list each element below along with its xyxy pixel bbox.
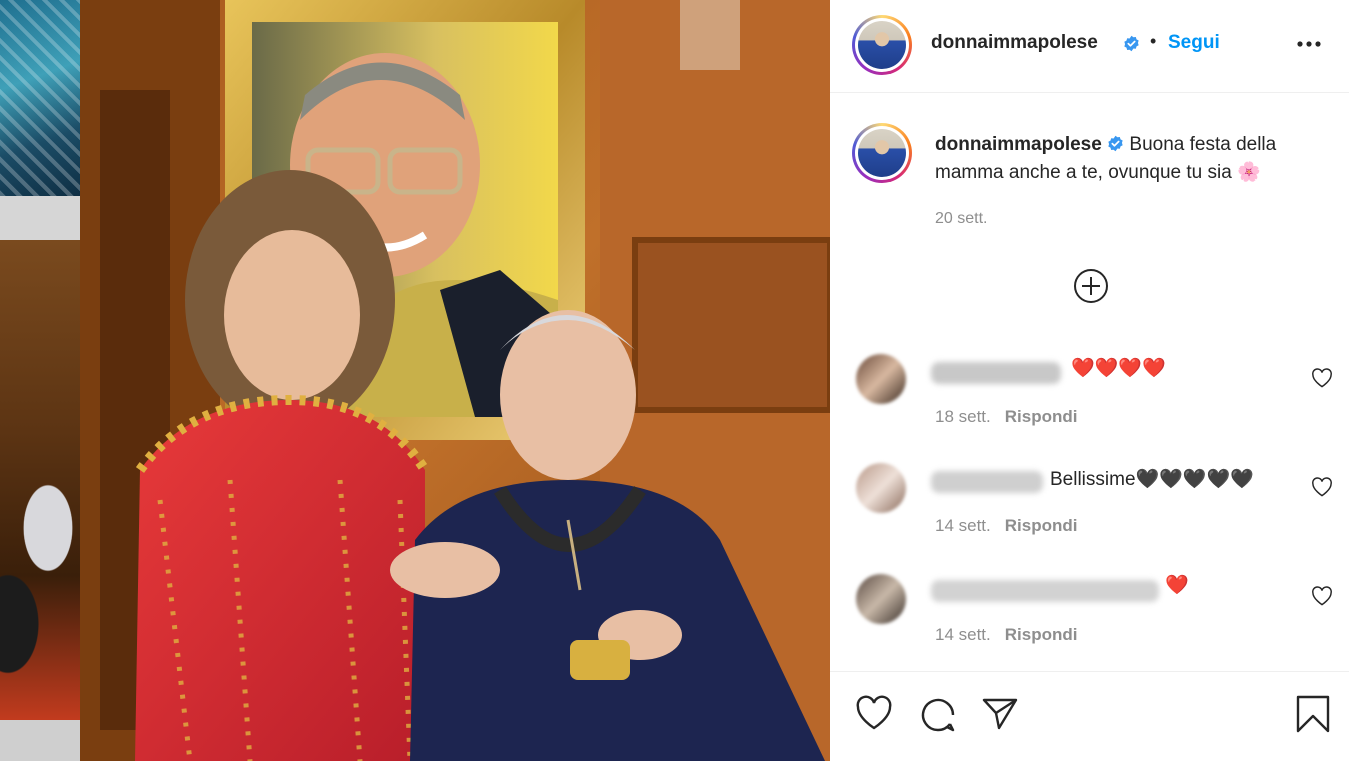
comment-meta: 14 sett. Rispondi (935, 625, 1077, 645)
caption-text: donnaimmapolese Buona festa della mamma … (935, 131, 1330, 187)
reply-button[interactable]: Rispondi (1005, 516, 1078, 535)
verified-badge-icon (1108, 135, 1123, 152)
comment-icon[interactable] (917, 694, 957, 734)
comment-meta: 18 sett. Rispondi (935, 407, 1077, 427)
adjacent-photo-segment (0, 240, 80, 720)
comment-meta: 14 sett. Rispondi (935, 516, 1077, 536)
comment-item: ❤️ 14 sett. Rispondi (830, 570, 1349, 660)
caption-avatar[interactable] (852, 123, 912, 183)
caption-timestamp[interactable]: 20 sett. (935, 210, 987, 228)
follow-button[interactable]: Segui (1168, 32, 1220, 54)
caption-username[interactable]: donnaimmapolese (935, 134, 1102, 155)
bookmark-icon[interactable] (1293, 694, 1333, 734)
commenter-avatar[interactable] (856, 574, 906, 624)
post-header: donnaimmapolese • Segui (830, 0, 1349, 93)
comment-like-icon[interactable] (1311, 368, 1333, 388)
post-side-panel: donnaimmapolese • Segui donnaimmapolese … (830, 0, 1349, 761)
comment-text: Bellissime🖤🖤🖤🖤🖤 (1050, 469, 1254, 490)
commenter-username[interactable] (931, 471, 1043, 493)
paper-plane-icon[interactable] (980, 694, 1020, 734)
author-username[interactable]: donnaimmapolese (931, 32, 1098, 54)
comment-timestamp[interactable]: 14 sett. (935, 625, 991, 644)
comment-timestamp[interactable]: 18 sett. (935, 407, 991, 426)
comment-timestamp[interactable]: 14 sett. (935, 516, 991, 535)
comment-item: Bellissime🖤🖤🖤🖤🖤 14 sett. Rispondi (830, 461, 1349, 551)
adjacent-post-photo[interactable] (0, 0, 80, 761)
header-separator: • (1150, 31, 1157, 51)
comment-item: ❤️❤️❤️❤️ 18 sett. Rispondi (830, 352, 1349, 442)
comment-text: ❤️❤️❤️❤️ (1071, 358, 1166, 379)
adjacent-photo-segment (0, 196, 80, 240)
commenter-username[interactable] (931, 580, 1159, 602)
comment-like-icon[interactable] (1311, 477, 1333, 497)
heart-icon[interactable] (854, 694, 894, 734)
adjacent-photo-segment (0, 0, 80, 196)
comment-like-icon[interactable] (1311, 586, 1333, 606)
reply-button[interactable]: Rispondi (1005, 625, 1078, 644)
commenter-avatar[interactable] (856, 354, 906, 404)
post-photo-illustration (80, 0, 830, 761)
author-avatar[interactable] (852, 15, 912, 75)
more-options-icon[interactable] (1296, 36, 1322, 52)
commenter-avatar[interactable] (856, 463, 906, 513)
reply-button[interactable]: Rispondi (1005, 407, 1078, 426)
post-action-bar (830, 671, 1349, 762)
verified-badge-icon (1124, 35, 1139, 52)
commenter-username[interactable] (931, 362, 1061, 384)
post-photo[interactable] (80, 0, 830, 761)
plus-circle-icon[interactable] (1073, 268, 1109, 304)
caption-emoji: 🌸 (1237, 162, 1261, 183)
comment-text: ❤️ (1165, 575, 1189, 596)
adjacent-photo-segment (0, 720, 80, 761)
